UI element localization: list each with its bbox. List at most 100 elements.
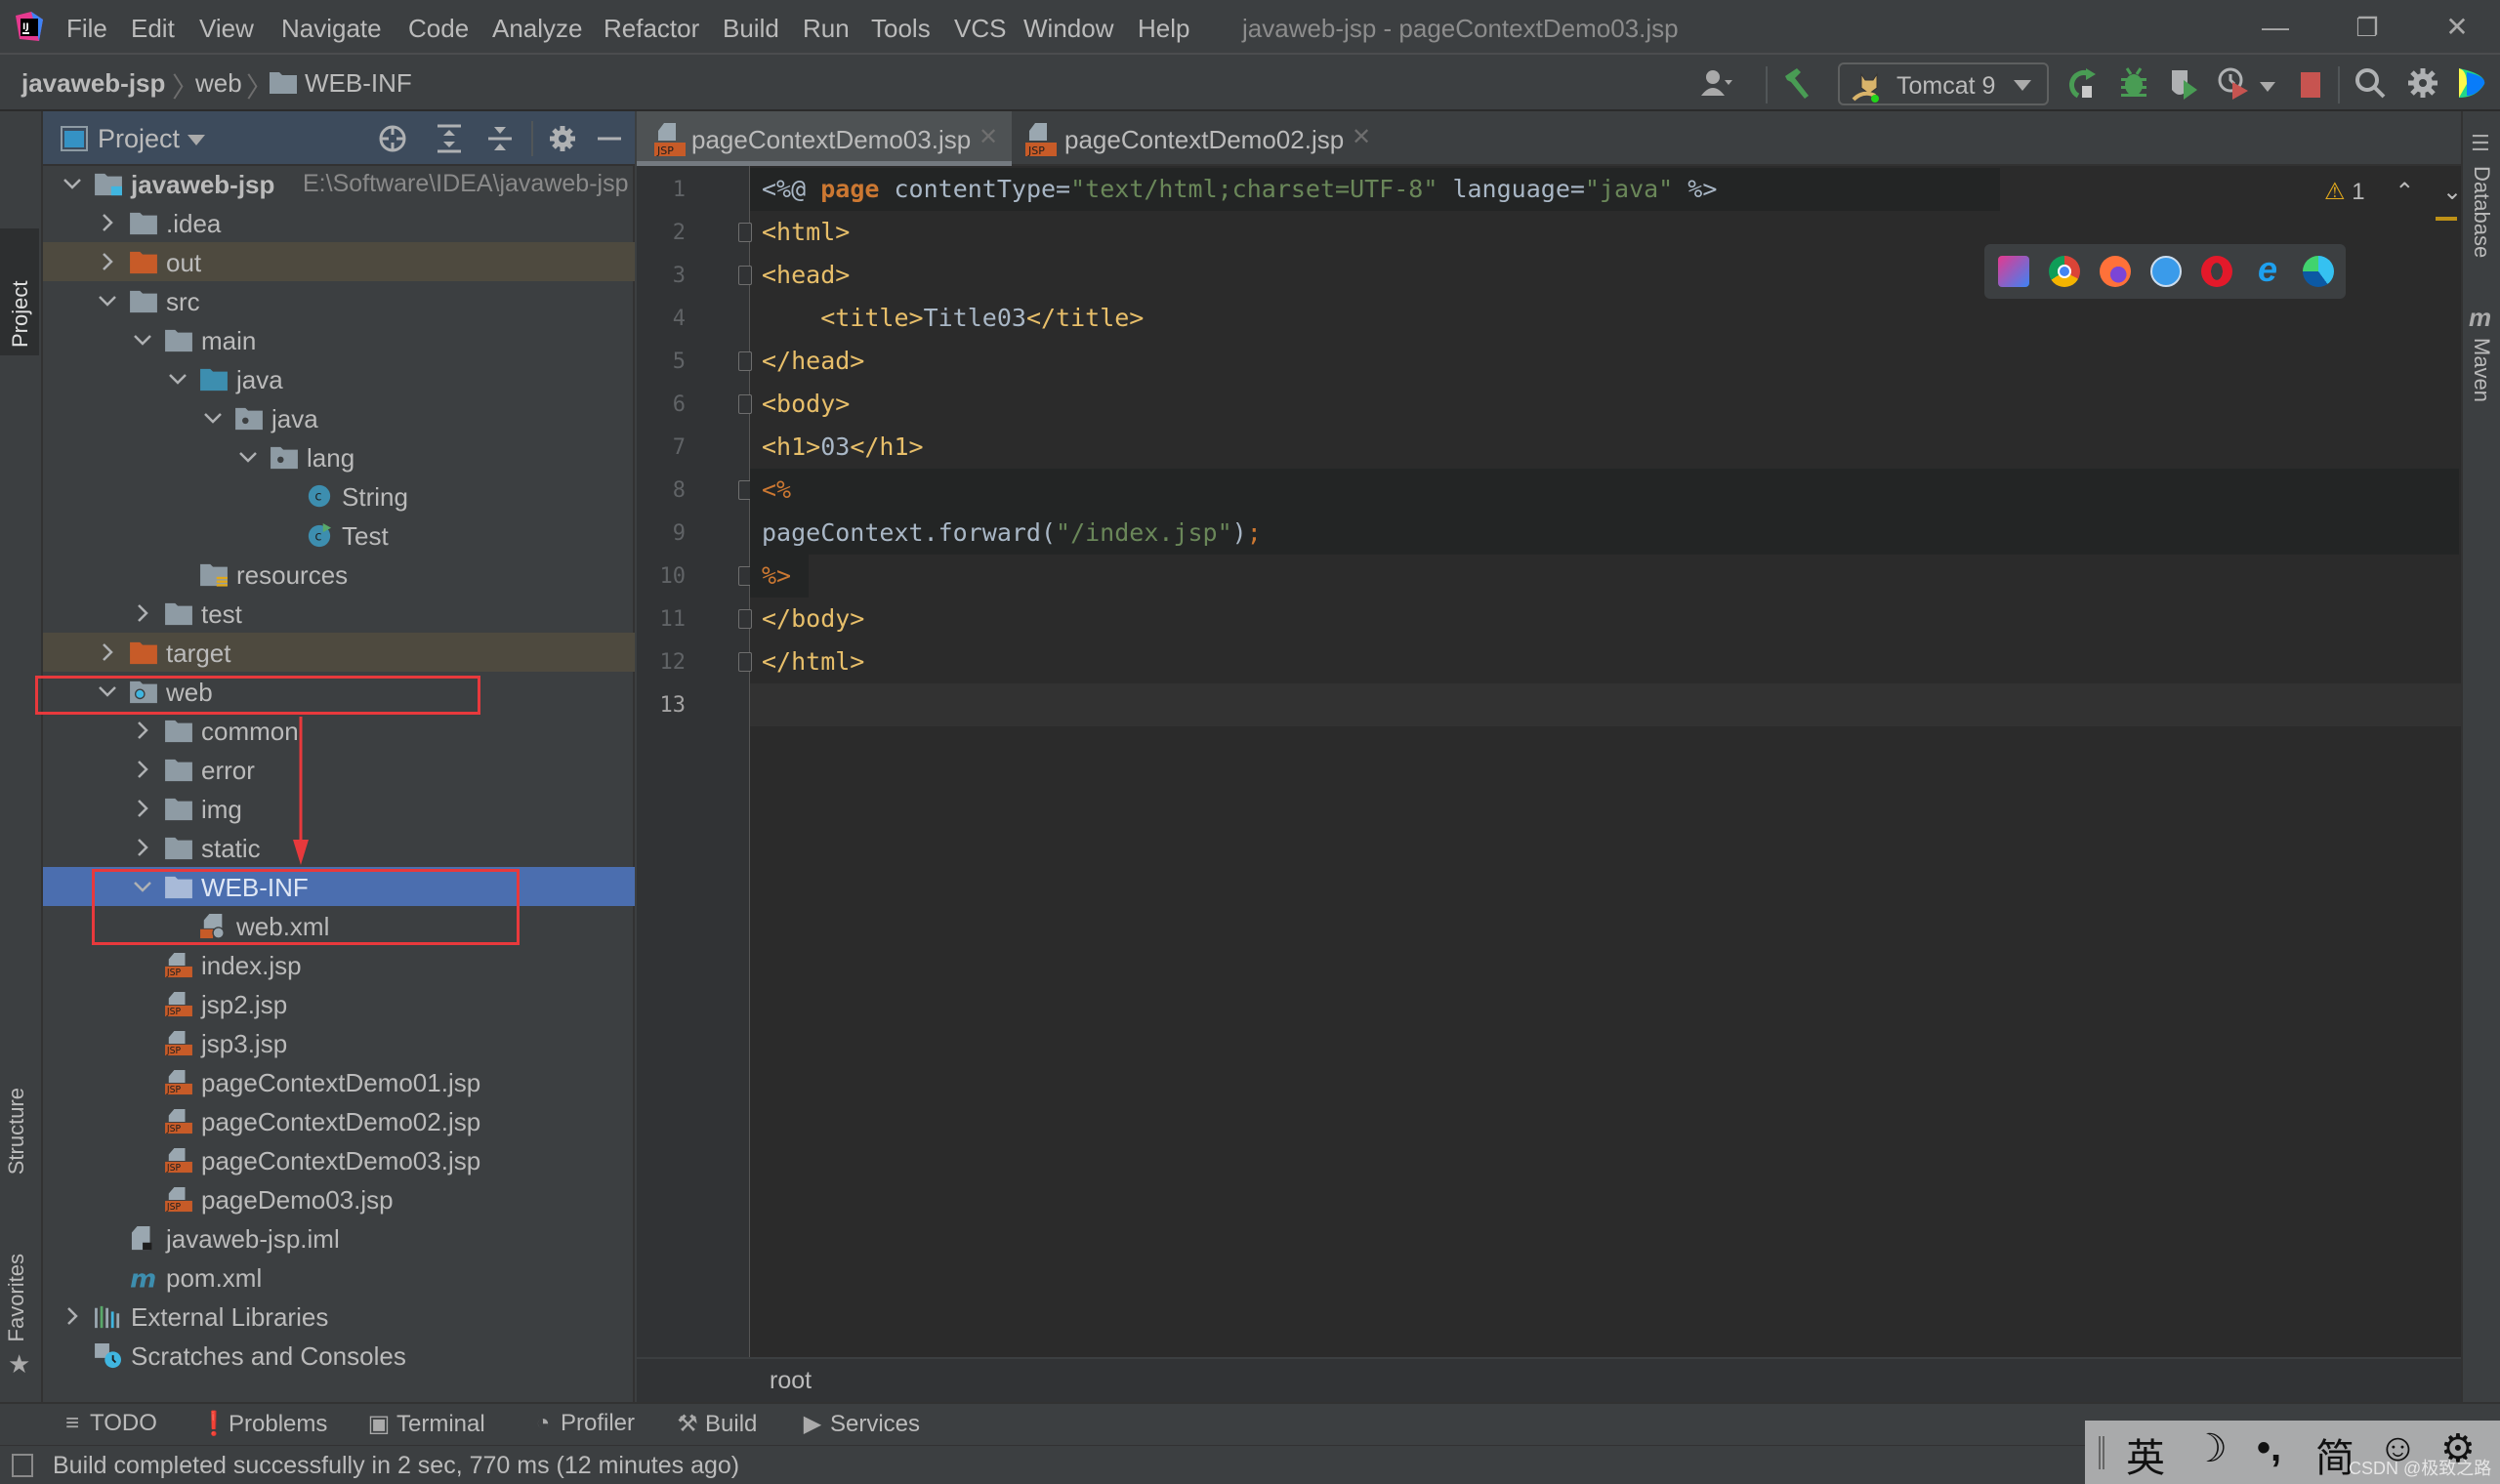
tree-item[interactable]: img	[43, 789, 635, 828]
scrollbar-warning-marker[interactable]	[2436, 217, 2457, 221]
tool-tab-project[interactable]: Project	[0, 228, 39, 355]
tree-item[interactable]: common	[43, 711, 635, 750]
tree-item[interactable]: JSP jsp2.jsp	[43, 984, 635, 1023]
menu-edit[interactable]: Edit	[131, 14, 175, 44]
tree-item[interactable]: JSP jsp3.jsp	[43, 1023, 635, 1062]
close-tab-icon[interactable]: ✕	[1352, 123, 1371, 151]
menu-tools[interactable]: Tools	[871, 14, 931, 44]
chevron-right-icon[interactable]	[131, 599, 154, 627]
ime-language-toggle[interactable]: 英	[2126, 1426, 2165, 1483]
tree-item[interactable]: JSP pageContextDemo03.jsp	[43, 1140, 635, 1179]
close-window-button[interactable]: ✕	[2428, 8, 2486, 47]
tree-item[interactable]: JSP pageDemo03.jsp	[43, 1179, 635, 1218]
chevron-right-icon[interactable]	[131, 756, 154, 783]
menu-build[interactable]: Build	[723, 14, 779, 44]
menu-analyze[interactable]: Analyze	[492, 14, 583, 44]
tree-item[interactable]: src	[43, 281, 635, 320]
code-line[interactable]: <%@ page contentType="text/html;charset=…	[762, 168, 1717, 211]
fold-marker-icon[interactable]	[738, 223, 752, 242]
chevron-right-icon[interactable]	[131, 795, 154, 822]
toolbox-icon[interactable]	[2457, 66, 2486, 100]
code-line[interactable]: <h1>03</h1>	[762, 426, 924, 469]
edge-icon[interactable]	[2303, 256, 2334, 287]
settings-icon[interactable]	[2406, 66, 2439, 100]
collapse-all-icon[interactable]	[484, 123, 516, 154]
menu-window[interactable]: Window	[1023, 14, 1113, 44]
rerun-icon[interactable]	[2066, 66, 2100, 100]
locate-file-icon[interactable]	[377, 123, 408, 154]
project-view-selector[interactable]: Project	[98, 124, 180, 154]
tool-tab-maven[interactable]: Maven	[2469, 338, 2494, 402]
run-configuration-select[interactable]: Tomcat 9	[1838, 62, 2049, 105]
breadcrumb-project[interactable]: javaweb-jsp	[21, 68, 165, 99]
restore-button[interactable]: ❐	[2338, 8, 2396, 47]
code-line[interactable]: </html>	[762, 640, 864, 683]
ie-icon[interactable]: e	[2252, 252, 2283, 287]
tool-button-todo[interactable]: ≡ TODO	[61, 1410, 157, 1437]
breadcrumb-web-inf[interactable]: WEB-INF	[305, 68, 412, 99]
tool-button-profiler[interactable]: ◔ Profiler	[531, 1410, 635, 1437]
chevron-right-icon[interactable]	[131, 717, 154, 744]
tree-item[interactable]: java	[43, 359, 635, 398]
tool-tab-structure[interactable]: Structure	[4, 1088, 29, 1175]
menu-help[interactable]: Help	[1138, 14, 1189, 44]
tool-button-terminal[interactable]: ▣ Terminal	[367, 1410, 485, 1438]
menu-vcs[interactable]: VCS	[954, 14, 1006, 44]
tree-item[interactable]: static	[43, 828, 635, 867]
fold-marker-icon[interactable]	[738, 652, 752, 672]
tool-tab-favorites[interactable]: Favorites	[4, 1254, 29, 1341]
code-editor[interactable]: 1 2 3 4 5 6 7 8 9 10 11 12 13 <%@ page contentType="…	[637, 166, 2461, 1357]
chevron-right-icon[interactable]	[96, 248, 119, 275]
code-line[interactable]: <head>	[762, 254, 850, 297]
ime-moon-icon[interactable]: ☽	[2192, 1426, 2228, 1471]
search-icon[interactable]	[2354, 66, 2387, 100]
chevron-right-icon[interactable]	[96, 209, 119, 236]
ime-drag-handle[interactable]	[2099, 1436, 2104, 1469]
tree-item[interactable]: c String	[43, 476, 635, 515]
chevron-down-icon[interactable]	[131, 326, 154, 353]
tree-item[interactable]: Scratches and Consoles	[43, 1336, 635, 1375]
minimize-button[interactable]: —	[2246, 8, 2305, 47]
tree-item[interactable]: main	[43, 320, 635, 359]
safari-icon[interactable]	[2150, 256, 2182, 287]
expand-all-icon[interactable]	[434, 123, 465, 154]
status-panel-icon[interactable]	[12, 1454, 33, 1477]
code-line[interactable]: <body>	[762, 383, 850, 426]
chevron-right-icon[interactable]	[61, 1302, 84, 1330]
breadcrumb-web[interactable]: web	[195, 68, 242, 99]
tree-item[interactable]: test	[43, 594, 635, 633]
ime-punctuation-icon[interactable]: •,	[2257, 1426, 2281, 1470]
tree-item[interactable]: target	[43, 633, 635, 672]
breadcrumb-root[interactable]: root	[770, 1367, 812, 1395]
chevron-down-icon[interactable]	[96, 287, 119, 314]
tree-item[interactable]: out	[43, 242, 635, 281]
tool-button-build[interactable]: ⚒ Build	[676, 1410, 757, 1438]
tree-item[interactable]: error	[43, 750, 635, 789]
intellij-icon[interactable]	[1998, 256, 2029, 287]
inspection-widget[interactable]: ⚠ 1 ⌃ ⌄	[2324, 178, 2462, 206]
tree-item[interactable]: JSP pageContextDemo01.jsp	[43, 1062, 635, 1101]
chevron-down-icon[interactable]	[201, 404, 225, 432]
next-highlight-icon[interactable]: ⌄	[2442, 179, 2462, 205]
hide-panel-icon[interactable]	[594, 123, 625, 154]
chevron-down-icon[interactable]	[236, 443, 260, 471]
code-line[interactable]: <title>Title03</title>	[762, 297, 1144, 340]
opera-icon[interactable]	[2201, 256, 2232, 287]
tree-item[interactable]: java	[43, 398, 635, 437]
menu-code[interactable]: Code	[408, 14, 469, 44]
chevron-down-icon[interactable]	[166, 365, 189, 392]
code-line[interactable]: <%	[762, 469, 791, 512]
tree-item[interactable]: javaweb-jsp E:\Software\IDEA\javaweb-jsp	[43, 164, 635, 203]
tree-item[interactable]: JSP index.jsp	[43, 945, 635, 984]
tool-button-problems[interactable]: ❗Problems	[199, 1410, 327, 1438]
menu-run[interactable]: Run	[803, 14, 850, 44]
chevron-down-icon[interactable]	[188, 133, 205, 146]
tree-item[interactable]: .idea	[43, 203, 635, 242]
code-line[interactable]: pageContext.forward("/index.jsp");	[762, 512, 1262, 555]
fold-marker-icon[interactable]	[738, 394, 752, 414]
stop-icon[interactable]	[2295, 68, 2328, 102]
fold-marker-icon[interactable]	[738, 351, 752, 371]
tree-item[interactable]: lang	[43, 437, 635, 476]
firefox-icon[interactable]	[2100, 256, 2131, 287]
editor-tab-pagecontextdemo03[interactable]: JSP pageContextDemo03.jsp ✕	[637, 111, 1012, 166]
